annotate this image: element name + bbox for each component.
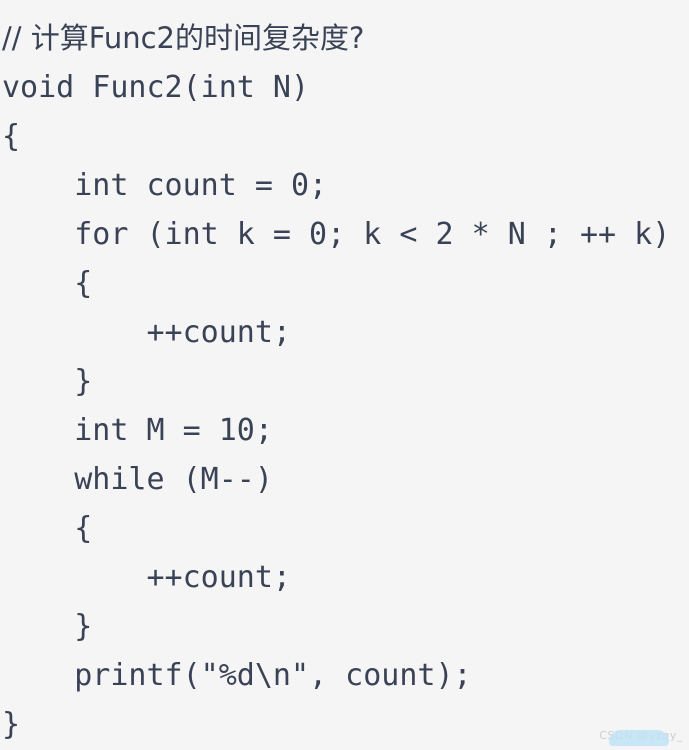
code-block: // 计算Func2的时间复杂度? void Func2(int N) { int … xyxy=(2,14,689,749)
code-line: { xyxy=(2,119,21,154)
code-line: int M = 10; xyxy=(2,413,273,448)
code-line: void Func2(int N) xyxy=(2,70,310,105)
code-line: { xyxy=(2,511,93,546)
code-line: ++count; xyxy=(2,560,291,595)
code-line: ++count; xyxy=(2,315,291,350)
code-line: } xyxy=(2,609,93,644)
watermark-blob-decoration xyxy=(609,730,669,746)
code-line: } xyxy=(2,364,93,399)
code-line: while (M--) xyxy=(2,462,273,497)
code-line: { xyxy=(2,266,93,301)
code-line: int count = 0; xyxy=(2,168,328,203)
code-line: // 计算Func2的时间复杂度? xyxy=(2,21,365,55)
code-snippet-figure: // 计算Func2的时间复杂度? void Func2(int N) { int … xyxy=(0,0,689,750)
code-line: } xyxy=(2,707,21,742)
watermark: CSDN @yzqy_ xyxy=(599,729,683,746)
code-line: for (int k = 0; k < 2 * N ; ++ k) xyxy=(2,217,671,252)
code-line: printf("%d\n", count); xyxy=(2,658,472,693)
